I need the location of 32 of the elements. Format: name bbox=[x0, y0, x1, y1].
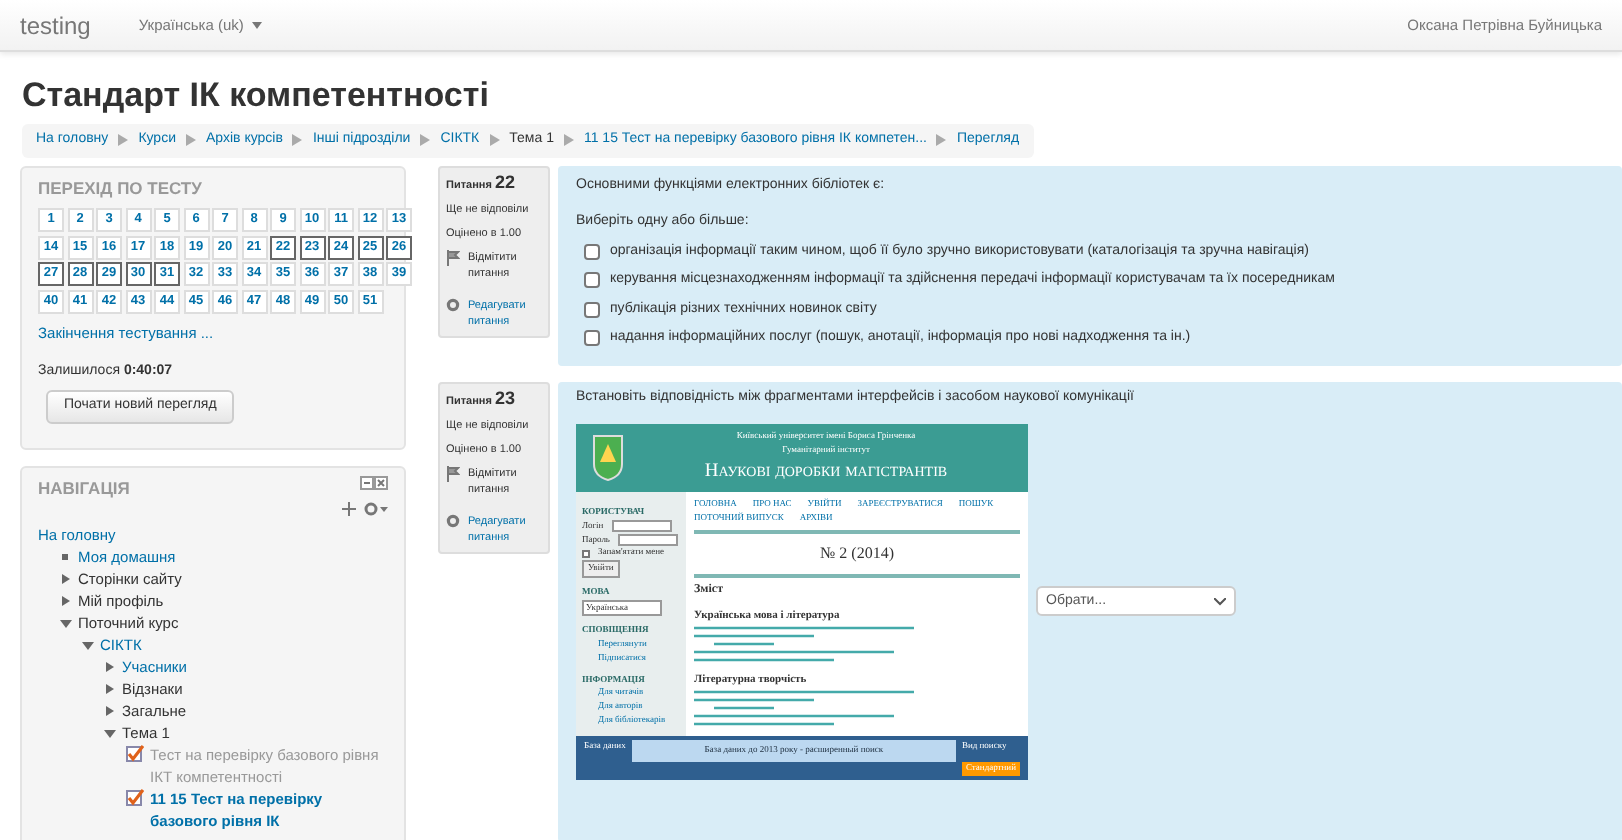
settings-icon bbox=[446, 297, 460, 311]
flag-icon bbox=[446, 249, 460, 265]
page-title: Стандарт ІК компетентності bbox=[22, 76, 491, 116]
input-field[interactable] bbox=[611, 520, 672, 533]
caret-icon bbox=[1214, 597, 1226, 606]
input-field[interactable] bbox=[618, 533, 678, 546]
separator-icon bbox=[563, 134, 574, 147]
panel-title: НАВІГАЦІЯ bbox=[38, 475, 130, 501]
checkbox[interactable] bbox=[584, 243, 600, 260]
settings-icon bbox=[364, 501, 388, 515]
checkbox[interactable] bbox=[584, 301, 600, 318]
separator-icon bbox=[489, 134, 500, 147]
settings-icon bbox=[446, 513, 460, 527]
separator-icon bbox=[292, 134, 303, 147]
checkbox[interactable] bbox=[582, 549, 590, 558]
brand-link[interactable]: testing bbox=[20, 7, 91, 43]
separator-icon bbox=[118, 134, 129, 147]
move-icon bbox=[342, 501, 356, 515]
separator-icon bbox=[186, 134, 196, 147]
separator-icon bbox=[420, 134, 431, 147]
flag-icon bbox=[446, 465, 460, 481]
dock-icon bbox=[360, 475, 388, 490]
checkbox[interactable] bbox=[584, 272, 600, 289]
quiz-icon bbox=[126, 743, 144, 761]
site-title: Наукові доробки магістрантів bbox=[704, 459, 948, 486]
quiz-icon bbox=[126, 787, 144, 805]
issue-title: № 2 (2014) bbox=[818, 541, 896, 565]
crest-icon bbox=[592, 434, 624, 482]
panel-title: ПЕРЕХІД ПО ТЕСТУ bbox=[38, 175, 204, 201]
checkbox[interactable] bbox=[584, 330, 600, 347]
caret-icon bbox=[251, 21, 262, 29]
separator-icon bbox=[936, 134, 947, 147]
